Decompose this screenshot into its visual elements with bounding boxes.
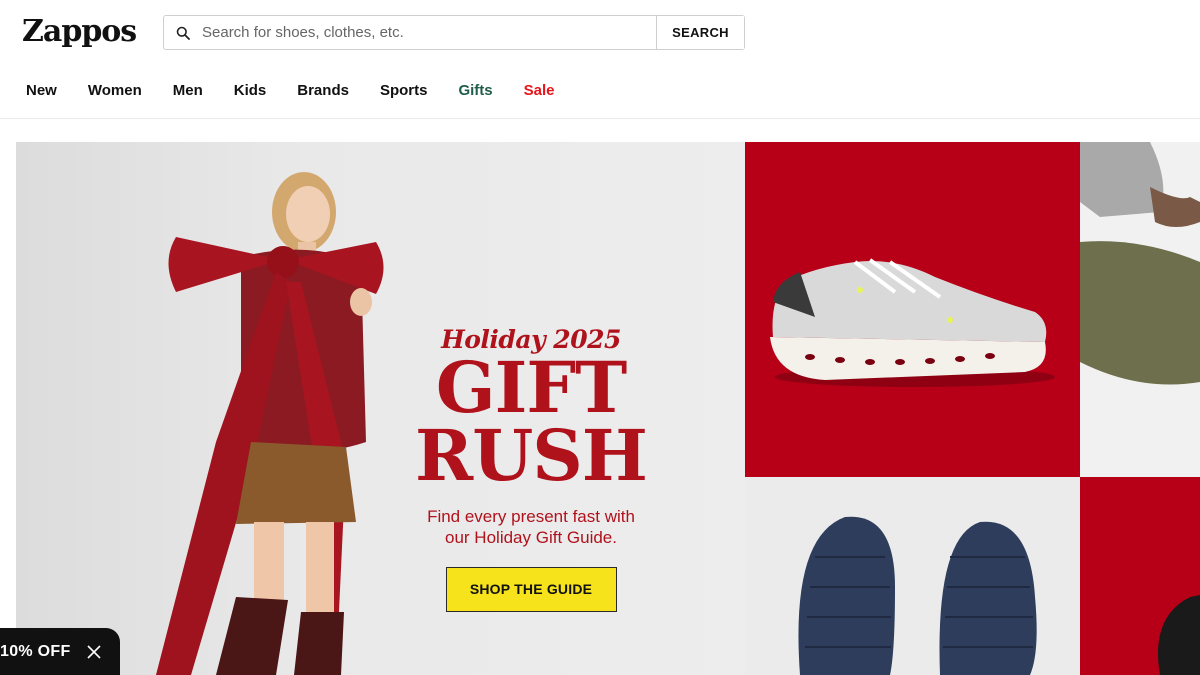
slipper-tile[interactable]	[745, 477, 1080, 675]
running-shoe-image	[770, 258, 1055, 387]
model-with-red-bow-image	[156, 172, 384, 675]
shop-the-guide-button[interactable]: SHOP THE GUIDE	[445, 567, 617, 612]
promo-description-line1: Find every present fast with	[427, 507, 635, 526]
nav-item-new[interactable]: New	[26, 82, 57, 99]
model-legs-image	[1080, 142, 1200, 385]
search-input[interactable]	[202, 16, 656, 49]
header-divider	[0, 118, 1200, 119]
nav-item-sale[interactable]: Sale	[524, 82, 555, 99]
promo-title-line2: RUSH	[415, 414, 648, 497]
close-icon[interactable]	[85, 643, 103, 661]
search-button[interactable]: SEARCH	[656, 16, 744, 49]
hero-banner[interactable]: Holiday 2025 GIFT RUSH Find every presen…	[16, 142, 1200, 675]
promo-description-line2: our Holiday Gift Guide.	[445, 528, 617, 547]
discount-badge-label: 10% OFF	[0, 642, 71, 660]
slippers-image	[798, 516, 1037, 675]
nav-item-brands[interactable]: Brands	[297, 82, 349, 99]
search-icon[interactable]	[164, 16, 202, 49]
zappos-logo[interactable]: Zappos	[22, 14, 137, 49]
nav-item-men[interactable]: Men	[173, 82, 203, 99]
partial-product-image	[1158, 595, 1200, 675]
nav-item-kids[interactable]: Kids	[234, 82, 267, 99]
promo-title-line1: GIFT	[435, 346, 627, 429]
nav-item-sports[interactable]: Sports	[380, 82, 428, 99]
search-bar: SEARCH	[163, 15, 745, 50]
main-nav: New Women Men Kids Brands Sports Gifts S…	[26, 82, 586, 99]
promo-block: Holiday 2025 GIFT RUSH Find every presen…	[386, 325, 676, 612]
model-legs-tile[interactable]	[1080, 142, 1200, 477]
nav-item-gifts[interactable]: Gifts	[458, 82, 492, 99]
discount-badge[interactable]: 10% OFF	[0, 628, 120, 675]
nav-item-women[interactable]: Women	[88, 82, 142, 99]
sneaker-tile[interactable]	[745, 142, 1080, 477]
hero-left-panel: Holiday 2025 GIFT RUSH Find every presen…	[16, 142, 745, 675]
red-tile[interactable]	[1080, 477, 1200, 675]
